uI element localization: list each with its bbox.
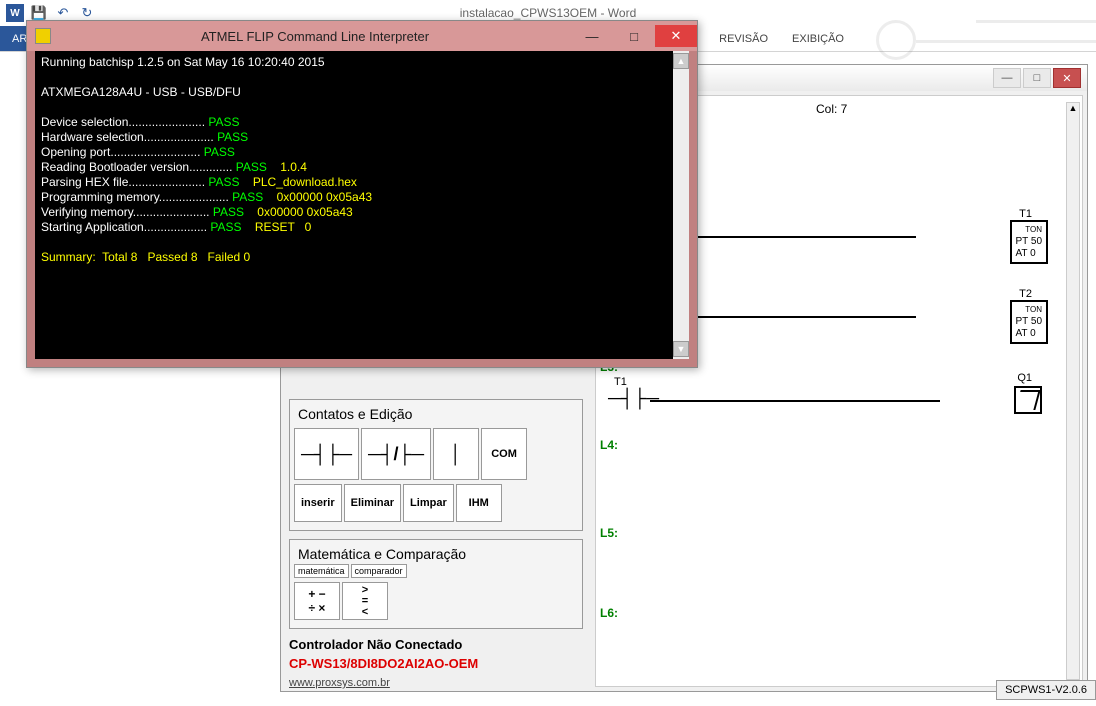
rung-l6-label: L6: bbox=[600, 606, 618, 620]
flip-app-icon bbox=[35, 28, 51, 44]
timer-at: AT 0 bbox=[1016, 248, 1043, 260]
minimize-button[interactable]: — bbox=[993, 68, 1021, 88]
console-value: PLC_download.hex bbox=[240, 175, 357, 189]
com-button[interactable]: COM bbox=[481, 428, 527, 480]
contact-t1-label: T1 bbox=[614, 376, 627, 388]
console-text: Verifying memory....................... bbox=[41, 205, 213, 219]
console-text: Programming memory..................... bbox=[41, 190, 232, 204]
scroll-down-icon[interactable]: ▼ bbox=[673, 341, 689, 357]
math-sublabel: matemática bbox=[294, 564, 349, 578]
maximize-button[interactable]: □ bbox=[1023, 68, 1051, 88]
word-document-title: instalacao_CPWS13OEM - Word bbox=[460, 6, 637, 20]
ribbon-tab-review[interactable]: REVISÃO bbox=[707, 26, 780, 51]
flip-title: ATMEL FLIP Command Line Interpreter bbox=[59, 29, 571, 44]
contacts-panel: Contatos e Edição ─┤├─ ─┤/├─ │ COM inser… bbox=[289, 399, 583, 531]
eliminate-button[interactable]: Eliminar bbox=[344, 484, 401, 522]
console-text: Opening port........................... bbox=[41, 145, 204, 159]
word-app-icon[interactable]: W bbox=[6, 4, 24, 22]
vertical-link-button[interactable]: │ bbox=[433, 428, 479, 480]
scroll-up-icon[interactable]: ▲ bbox=[673, 53, 689, 69]
console-scrollbar[interactable]: ▲ ▼ bbox=[673, 51, 689, 359]
console-line: ATXMEGA128A4U - USB - USB/DFU bbox=[41, 85, 683, 100]
contacts-panel-title: Contatos e Edição bbox=[294, 404, 578, 424]
timer-type: TON bbox=[1016, 304, 1043, 316]
console-pass: PASS bbox=[236, 160, 267, 174]
console-line: Running batchisp 1.2.5 on Sat May 16 10:… bbox=[41, 55, 683, 70]
console-value: 0x00000 0x05a43 bbox=[244, 205, 353, 219]
contact-normally-closed-button[interactable]: ─┤/├─ bbox=[361, 428, 431, 480]
console-pass: PASS bbox=[213, 205, 244, 219]
timer-type: TON bbox=[1016, 224, 1043, 236]
console-value: 0x00000 0x05a43 bbox=[263, 190, 372, 204]
math-panel-title: Matemática e Comparação bbox=[294, 544, 578, 564]
version-label: SCPWS1-V2.0.6 bbox=[1005, 684, 1087, 696]
timer-pt: PT 50 bbox=[1016, 316, 1043, 328]
console-summary: Summary: Total 8 Passed 8 Failed 0 bbox=[41, 250, 683, 265]
timer-t1-box[interactable]: TON PT 50 AT 0 bbox=[1010, 220, 1049, 264]
controller-status: Controlador Não Conectado bbox=[289, 637, 583, 652]
timer-pt: PT 50 bbox=[1016, 236, 1043, 248]
comparator-sublabel: comparador bbox=[351, 564, 407, 578]
console-text: Starting Application................... bbox=[41, 220, 210, 234]
console-pass: PASS bbox=[204, 145, 235, 159]
console-pass: PASS bbox=[208, 175, 239, 189]
ribbon-tab-view[interactable]: EXIBIÇÃO bbox=[780, 26, 856, 51]
console-text: Hardware selection..................... bbox=[41, 130, 217, 144]
flip-minimize-button[interactable]: — bbox=[571, 25, 613, 47]
console-text: Parsing HEX file....................... bbox=[41, 175, 208, 189]
console-pass: PASS bbox=[217, 130, 248, 144]
contact-normally-open-button[interactable]: ─┤├─ bbox=[294, 428, 359, 480]
console-pass: PASS bbox=[208, 115, 239, 129]
scpws-statusbar: SCPWS1-V2.0.6 bbox=[996, 680, 1096, 700]
flip-window: ATMEL FLIP Command Line Interpreter — □ … bbox=[26, 20, 698, 368]
math-ops-button[interactable]: + − ÷ × bbox=[294, 582, 340, 620]
timer-t2-label: T2 bbox=[1019, 288, 1032, 300]
insert-button[interactable]: inserir bbox=[294, 484, 342, 522]
flip-maximize-button[interactable]: □ bbox=[613, 25, 655, 47]
close-button[interactable]: ✕ bbox=[1053, 68, 1081, 88]
console-value: 1.0.4 bbox=[267, 160, 307, 174]
timer-t1-label: T1 bbox=[1019, 208, 1032, 220]
scroll-up-icon[interactable]: ▲ bbox=[1067, 103, 1079, 113]
controller-model: CP-WS13/8DI8DO2AI2AO-OEM bbox=[289, 656, 583, 671]
contact-t1[interactable]: ─┤├─ bbox=[608, 388, 659, 409]
math-panel: Matemática e Comparação matemática compa… bbox=[289, 539, 583, 629]
flip-console[interactable]: Running batchisp 1.2.5 on Sat May 16 10:… bbox=[35, 51, 689, 359]
coil-q1[interactable] bbox=[1014, 386, 1042, 414]
coil-q1-label: Q1 bbox=[1017, 372, 1032, 384]
flip-close-button[interactable]: ✕ bbox=[655, 25, 697, 47]
console-pass: PASS bbox=[232, 190, 263, 204]
console-value: RESET 0 bbox=[242, 220, 312, 234]
ihm-button[interactable]: IHM bbox=[456, 484, 502, 522]
flip-titlebar[interactable]: ATMEL FLIP Command Line Interpreter — □ … bbox=[27, 21, 697, 51]
rung-l4-label: L4: bbox=[600, 438, 618, 452]
vendor-url[interactable]: www.proxsys.com.br bbox=[289, 677, 583, 689]
timer-at: AT 0 bbox=[1016, 328, 1043, 340]
comparator-ops-button[interactable]: > = < bbox=[342, 582, 388, 620]
console-text: Device selection....................... bbox=[41, 115, 208, 129]
rung-l5-label: L5: bbox=[600, 526, 618, 540]
console-text: Reading Bootloader version............. bbox=[41, 160, 236, 174]
console-pass: PASS bbox=[210, 220, 241, 234]
clear-button[interactable]: Limpar bbox=[403, 484, 454, 522]
timer-t2-box[interactable]: TON PT 50 AT 0 bbox=[1010, 300, 1049, 344]
